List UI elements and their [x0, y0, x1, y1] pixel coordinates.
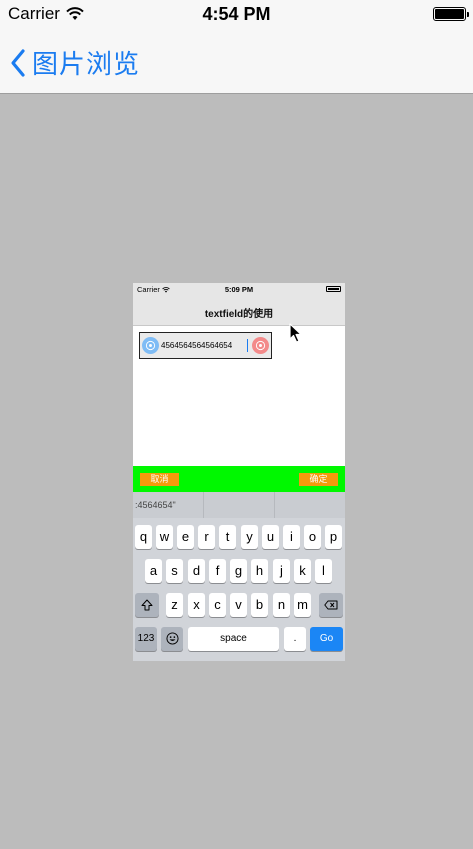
embedded-status-time: 5:09 PM [224, 285, 254, 294]
key-c[interactable]: c [209, 593, 226, 617]
battery-fill [435, 9, 464, 19]
key-l[interactable]: l [315, 559, 332, 583]
keyboard: :4564654" q w e r t y u i o p a s d f g … [133, 492, 345, 661]
eye-glyph [145, 340, 156, 351]
confirm-button[interactable]: 确定 [299, 473, 338, 486]
key-x[interactable]: x [188, 593, 205, 617]
key-f[interactable]: f [209, 559, 226, 583]
key-d[interactable]: d [188, 559, 205, 583]
period-key[interactable]: . [284, 627, 306, 651]
back-button[interactable]: 图片浏览 [10, 44, 140, 81]
status-bar: Carrier 4:54 PM [0, 0, 473, 30]
key-h[interactable]: h [251, 559, 268, 583]
embedded-status-bar: Carrier 5:09 PM [133, 283, 345, 296]
key-b[interactable]: b [251, 593, 268, 617]
input-accessory-bar: 取消 确定 [133, 466, 345, 492]
embedded-navigation-bar: textfield的使用 [133, 296, 345, 326]
key-z[interactable]: z [166, 593, 183, 617]
mouse-pointer-icon [289, 323, 302, 343]
navigation-bar: 图片浏览 [0, 30, 473, 94]
status-time: 4:54 PM [202, 4, 271, 24]
delete-key[interactable] [319, 593, 343, 617]
key-i[interactable]: i [283, 525, 300, 549]
key-e[interactable]: e [177, 525, 194, 549]
numbers-key[interactable]: 123 [135, 627, 157, 651]
eye-icon[interactable] [142, 337, 159, 354]
key-s[interactable]: s [166, 559, 183, 583]
key-p[interactable]: p [325, 525, 342, 549]
back-title: 图片浏览 [32, 49, 141, 79]
chevron-left-icon [11, 48, 25, 77]
key-g[interactable]: g [230, 559, 247, 583]
predictive-bar: :4564654" [133, 492, 345, 518]
eye-glyph-right [255, 340, 266, 351]
space-key[interactable]: space [188, 627, 279, 651]
shift-icon [141, 599, 153, 611]
key-v[interactable]: v [230, 593, 247, 617]
prediction-item[interactable] [275, 492, 345, 518]
key-k[interactable]: k [294, 559, 311, 583]
shift-key[interactable] [135, 593, 159, 617]
eye-toggle-icon[interactable] [252, 337, 269, 354]
key-t[interactable]: t [219, 525, 236, 549]
embedded-battery-icon [326, 286, 341, 292]
cancel-button[interactable]: 取消 [140, 473, 179, 486]
embedded-phone-screen: Carrier 5:09 PM textfield的使用 45645645645… [133, 283, 345, 661]
key-a[interactable]: a [145, 559, 162, 583]
key-j[interactable]: j [273, 559, 290, 583]
key-q[interactable]: q [135, 525, 152, 549]
emoji-icon [165, 632, 179, 645]
key-m[interactable]: m [294, 593, 311, 617]
embedded-battery-fill [328, 288, 339, 290]
prediction-item[interactable]: :4564654" [133, 492, 204, 518]
delete-icon [324, 600, 338, 610]
key-w[interactable]: w [156, 525, 173, 549]
text-input-field[interactable]: 4564564564564654 [139, 332, 272, 359]
key-n[interactable]: n [273, 593, 290, 617]
key-o[interactable]: o [304, 525, 321, 549]
key-u[interactable]: u [262, 525, 279, 549]
text-input-value: 4564564564564654 [161, 341, 233, 350]
prediction-item[interactable] [204, 492, 275, 518]
key-r[interactable]: r [198, 525, 215, 549]
emoji-key[interactable] [161, 627, 183, 651]
go-key[interactable]: Go [310, 627, 343, 651]
key-y[interactable]: y [241, 525, 258, 549]
embedded-page-title: textfield的使用 [204, 309, 274, 320]
battery-icon [433, 7, 469, 21]
text-cursor [247, 339, 248, 352]
